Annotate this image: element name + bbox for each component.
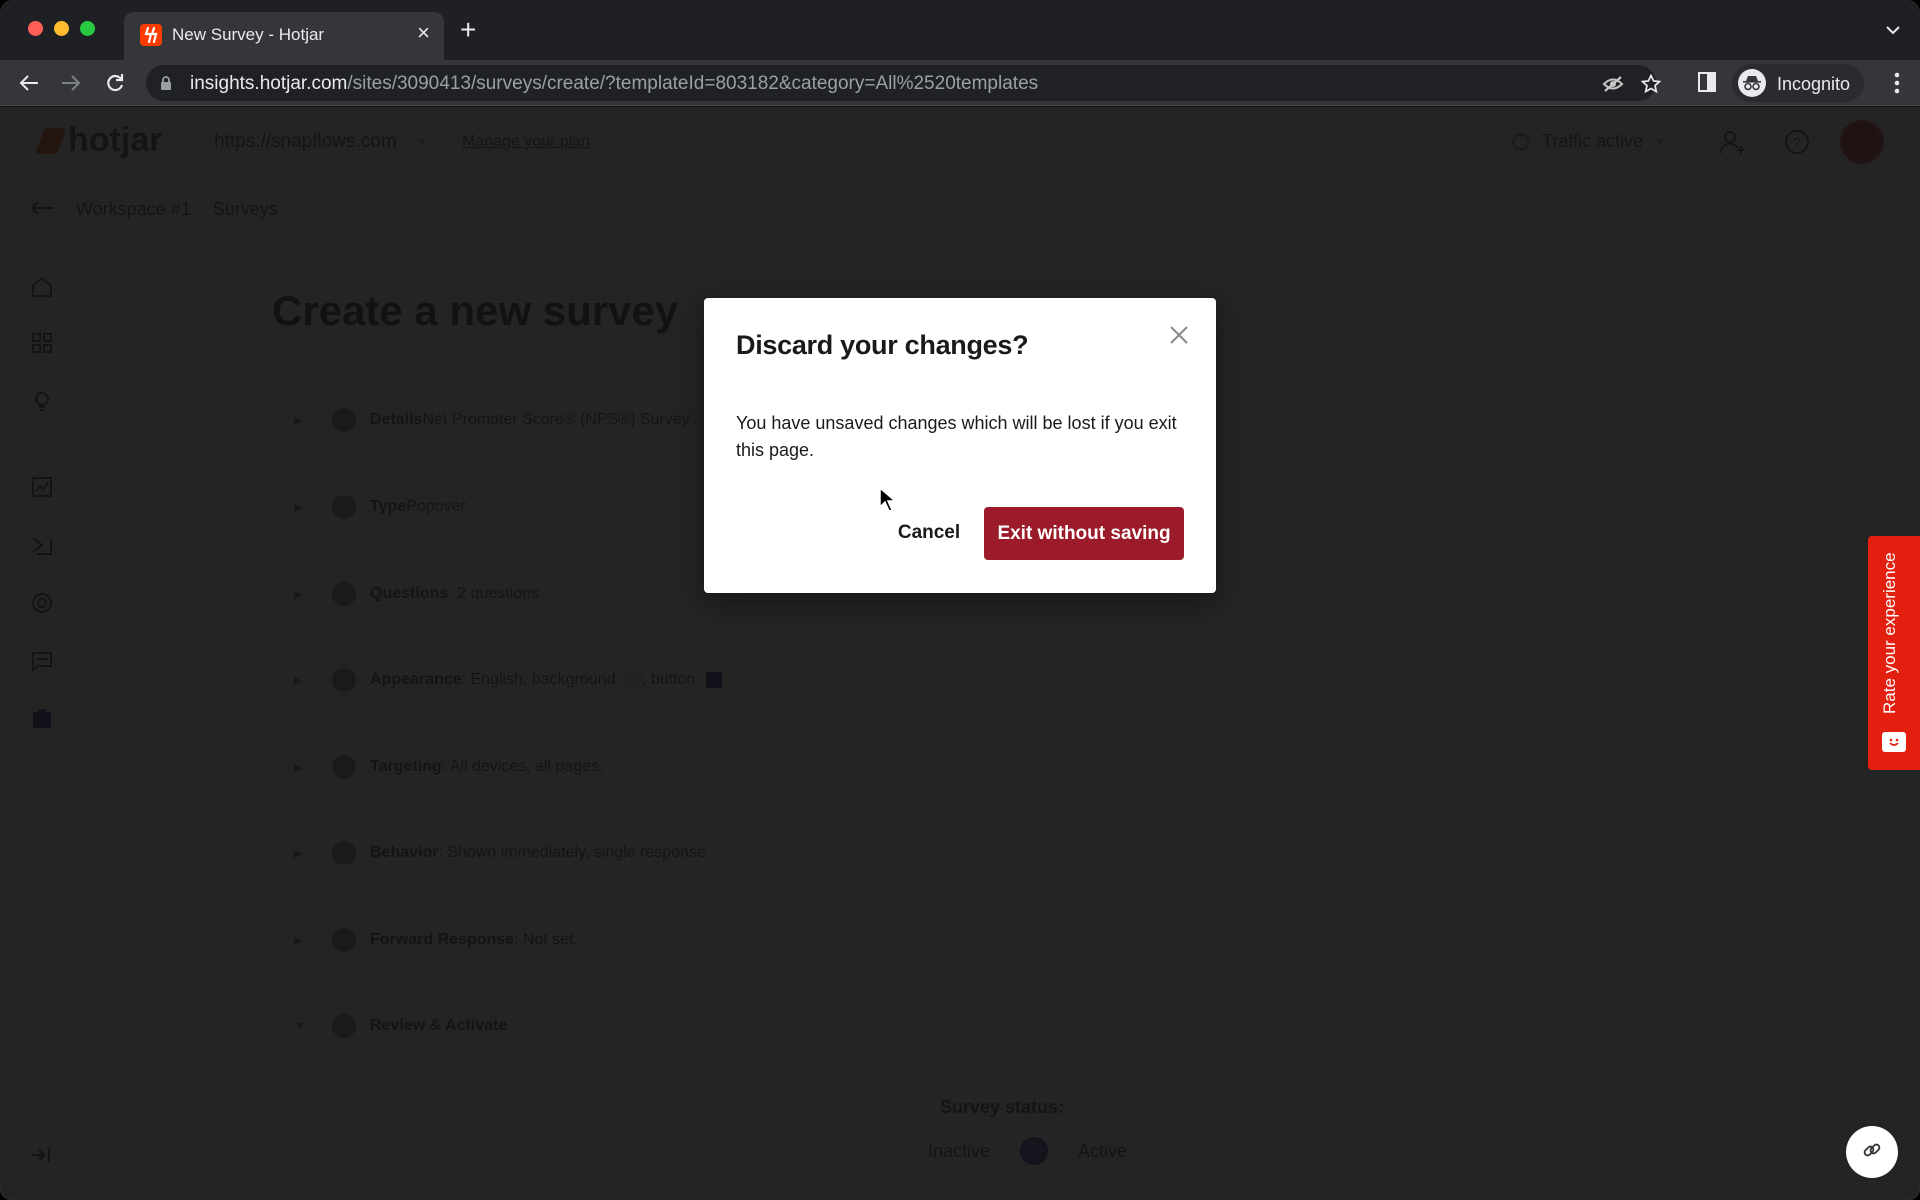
new-tab-button[interactable]: + <box>460 16 476 44</box>
browser-toolbar: insights.hotjar.com/sites/3090413/survey… <box>0 60 1920 106</box>
copy-link-button[interactable] <box>1846 1126 1898 1178</box>
browser-menu-kebab-icon[interactable] <box>1894 72 1900 99</box>
discard-changes-dialog: Discard your changes? You have unsaved c… <box>704 298 1216 593</box>
tab-close-icon[interactable]: × <box>417 22 430 44</box>
reload-icon[interactable] <box>100 68 130 98</box>
tab-search-chevron-icon[interactable] <box>1886 22 1900 40</box>
window-zoom-button[interactable] <box>80 21 95 36</box>
modal-backdrop[interactable] <box>0 107 1920 1200</box>
window-close-button[interactable] <box>28 21 43 36</box>
browser-window: New Survey - Hotjar × + insights.hotjar.… <box>0 0 1920 1200</box>
link-icon <box>1861 1139 1883 1166</box>
exit-without-saving-button[interactable]: Exit without saving <box>984 507 1184 560</box>
rate-experience-label: Rate your experience <box>1880 552 1899 714</box>
dialog-title: Discard your changes? <box>736 330 1029 360</box>
address-bar[interactable]: insights.hotjar.com/sites/3090413/survey… <box>146 65 1661 101</box>
tracking-blocked-eye-icon[interactable] <box>1602 73 1624 95</box>
dialog-message: You have unsaved changes which will be l… <box>736 413 1177 460</box>
incognito-label: Incognito <box>1777 74 1851 94</box>
browser-tab-active[interactable]: New Survey - Hotjar × <box>124 12 444 60</box>
page-content: hotjar https://snapflows.com ▼ Manage yo… <box>0 107 1920 1200</box>
incognito-icon <box>1738 69 1766 97</box>
bookmark-star-icon[interactable] <box>1640 73 1662 95</box>
smiley-feedback-icon <box>1882 732 1906 752</box>
hotjar-favicon-icon <box>140 24 162 46</box>
side-panel-icon[interactable] <box>1698 72 1716 97</box>
incognito-profile-button[interactable]: Incognito <box>1732 64 1864 102</box>
forward-arrow-icon[interactable] <box>56 68 86 98</box>
lock-icon[interactable] <box>160 76 172 96</box>
url-text[interactable]: insights.hotjar.com/sites/3090413/survey… <box>190 73 1038 95</box>
tab-title: New Survey - Hotjar <box>172 25 325 44</box>
back-arrow-icon[interactable] <box>14 68 44 98</box>
rate-experience-tab[interactable]: Rate your experience <box>1868 536 1920 770</box>
close-icon[interactable] <box>1168 324 1190 346</box>
window-minimize-button[interactable] <box>54 21 69 36</box>
tab-strip: New Survey - Hotjar × + <box>0 0 1920 60</box>
mouse-cursor-icon <box>879 486 898 518</box>
